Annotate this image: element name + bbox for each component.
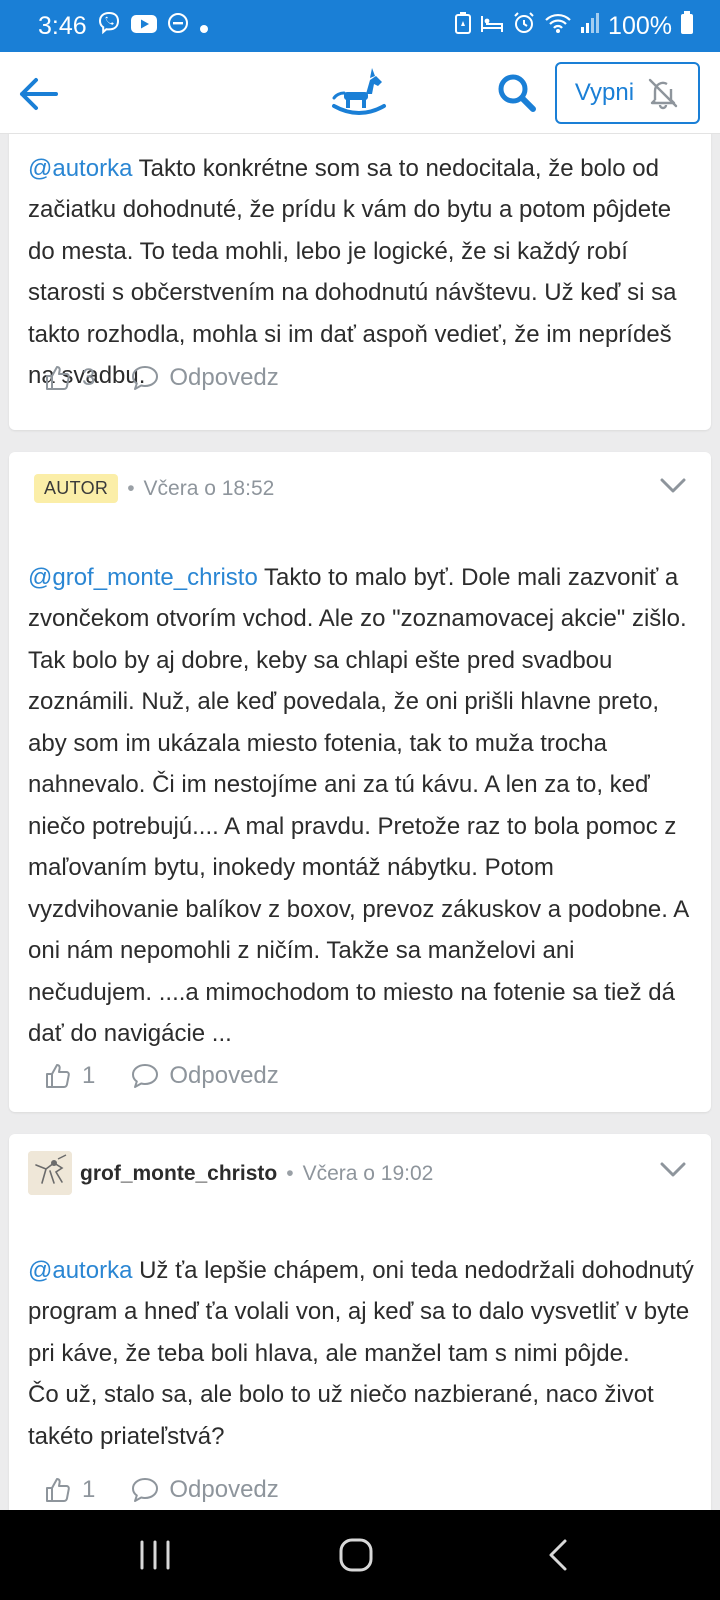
home-button[interactable] (326, 1530, 386, 1580)
thumbs-up-icon (46, 366, 70, 390)
mention-link[interactable]: @grof_monte_christo (28, 564, 258, 591)
comment-body: Takto to malo byť. Dole mali zazvoniť a … (28, 563, 688, 1048)
comment-actions: 3 Odpovedz (44, 364, 279, 392)
comment-actions: 1 Odpovedz (44, 1476, 279, 1504)
wifi-icon (544, 12, 572, 41)
comment-card: @autorka Takto konkrétne som sa to nedoc… (9, 134, 711, 430)
speech-bubble-icon (132, 366, 159, 390)
rocking-horse-logo-icon[interactable] (330, 66, 388, 118)
comment-text: @autorka Takto konkrétne som sa to nedoc… (28, 134, 703, 397)
comment-meta: AUTOR • Včera o 18:52 (34, 474, 274, 503)
sleep-icon (480, 12, 504, 41)
status-right: 100% (454, 10, 694, 42)
comment-card: AUTOR • Včera o 18:52 @grof_monte_christ… (9, 452, 711, 1112)
dot-icon (199, 12, 209, 41)
comment-text: @grof_monte_christo Takto to malo byť. D… (28, 515, 703, 1055)
comment-time: Včera o 19:02 (302, 1162, 434, 1185)
avatar[interactable] (28, 1151, 72, 1195)
chevron-down-icon (660, 478, 686, 493)
search-icon (498, 74, 536, 112)
comments-list[interactable]: @autorka Takto konkrétne som sa to nedoc… (0, 134, 720, 1510)
recent-apps-button[interactable] (125, 1530, 185, 1580)
back-icon (549, 1539, 567, 1571)
status-left: 3:46 (38, 11, 209, 42)
mention-link[interactable]: @autorka (28, 155, 132, 182)
comment-body: Takto konkrétne som sa to nedocitala, že… (28, 154, 677, 390)
mute-label: Vypni (574, 79, 635, 106)
battery-icon (680, 10, 694, 42)
system-back-button[interactable] (528, 1530, 588, 1580)
youtube-icon (130, 12, 157, 41)
home-icon (339, 1538, 373, 1572)
speech-bubble-icon (132, 1064, 159, 1088)
dnd-icon (167, 12, 189, 41)
like-button[interactable]: 1 (44, 1062, 95, 1090)
like-count: 1 (82, 1476, 96, 1503)
meta-separator: • (127, 476, 135, 500)
back-arrow-icon (20, 78, 58, 110)
recent-apps-icon (140, 1540, 170, 1570)
comment-text: @autorka Už ťa lepšie chápem, oni teda n… (28, 1208, 703, 1457)
comment-body: Už ťa lepšie chápem, oni teda nedodržali… (28, 1256, 694, 1450)
comment-time: Včera o 18:52 (143, 476, 275, 500)
status-time: 3:46 (38, 11, 87, 40)
alarm-icon (512, 11, 536, 42)
thumbs-up-icon (46, 1478, 70, 1502)
author-badge: AUTOR (34, 474, 119, 503)
meta-separator: • (286, 1162, 294, 1185)
like-button[interactable]: 1 (44, 1476, 95, 1504)
thumbs-up-icon (46, 1064, 70, 1088)
like-count: 1 (82, 1062, 96, 1089)
reply-label: Odpovedz (169, 1476, 279, 1503)
app-header: Vypni (0, 52, 720, 134)
viber-icon (97, 11, 121, 42)
battery-saver-icon (454, 11, 472, 42)
status-bar: 3:46 100% (0, 0, 720, 52)
comment-actions: 1 Odpovedz (44, 1062, 279, 1090)
back-button[interactable] (14, 70, 62, 118)
chevron-down-icon (660, 1162, 686, 1177)
like-count: 3 (82, 364, 96, 391)
reply-button[interactable]: Odpovedz (131, 1476, 279, 1504)
like-button[interactable]: 3 (44, 364, 95, 392)
bell-off-icon (648, 78, 678, 110)
comment-menu-button[interactable] (657, 470, 689, 502)
speech-bubble-icon (132, 1478, 159, 1502)
comment-meta: grof_monte_christo • Včera o 19:02 (80, 1162, 433, 1186)
comment-card: grof_monte_christo • Včera o 19:02 @auto… (9, 1134, 711, 1510)
reply-button[interactable]: Odpovedz (131, 364, 279, 392)
mute-notifications-button[interactable]: Vypni (555, 62, 700, 124)
reply-label: Odpovedz (169, 1062, 279, 1089)
comment-menu-button[interactable] (657, 1154, 689, 1186)
reply-button[interactable]: Odpovedz (131, 1062, 279, 1090)
reply-label: Odpovedz (169, 364, 279, 391)
search-button[interactable] (494, 70, 540, 116)
battery-percent: 100% (608, 11, 672, 40)
system-nav-bar (0, 1510, 720, 1600)
username[interactable]: grof_monte_christo (80, 1162, 277, 1186)
mention-link[interactable]: @autorka (28, 1257, 132, 1284)
signal-icon (580, 12, 600, 41)
